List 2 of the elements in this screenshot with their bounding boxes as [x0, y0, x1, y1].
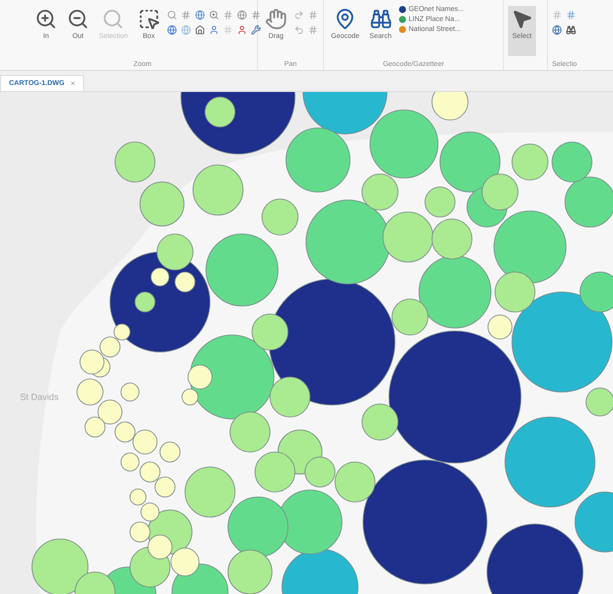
close-button[interactable]: × — [70, 79, 76, 88]
place-label: St Davids — [20, 392, 59, 402]
